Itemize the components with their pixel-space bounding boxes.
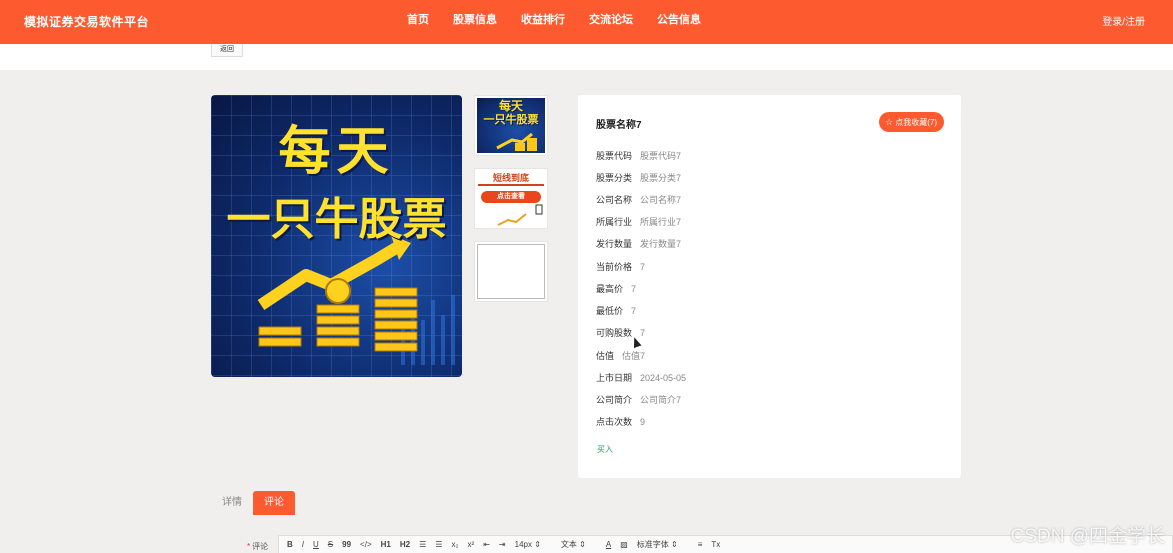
- nav-home[interactable]: 首页: [395, 0, 441, 44]
- blockquote-icon[interactable]: 99: [342, 540, 351, 549]
- italic-icon[interactable]: I: [302, 540, 304, 549]
- font-color-icon[interactable]: A: [606, 540, 611, 549]
- detail-row-company: 公司名称 公司名称7: [596, 193, 681, 205]
- detail-value: 股票分类7: [640, 173, 682, 183]
- detail-row-code: 股票代码 股票代码7: [596, 149, 681, 161]
- detail-key: 当前价格: [596, 262, 633, 272]
- detail-key: 最低价: [596, 306, 624, 316]
- tab-comments[interactable]: 评论: [253, 491, 295, 515]
- detail-row-listing-date: 上市日期 2024-05-05: [596, 371, 686, 383]
- main-image-line2: 一只牛股票: [226, 194, 447, 245]
- detail-row-high-price: 最高价 7: [596, 282, 636, 294]
- back-button[interactable]: 返回: [211, 44, 243, 57]
- thumbnail-1[interactable]: 每天 一只牛股票: [474, 95, 548, 156]
- comment-label-text: 评论: [252, 542, 269, 551]
- detail-value: 公司名称7: [640, 195, 682, 205]
- detail-row-valuation: 估值 估值7: [596, 349, 645, 361]
- favorite-button[interactable]: ☆ 点我收藏(7): [879, 112, 944, 132]
- detail-key: 估值: [596, 351, 615, 361]
- login-register-link[interactable]: 登录/注册: [1102, 13, 1145, 28]
- broken-image-placeholder: [477, 244, 545, 299]
- detail-value: 7: [640, 262, 646, 272]
- text-style-select[interactable]: 文本 ⇕: [561, 539, 586, 550]
- detail-row-category: 股票分类 股票分类7: [596, 171, 681, 183]
- stock-detail-panel: 股票名称7 ☆ 点我收藏(7) 股票代码 股票代码7 股票分类 股票分类7 公司名称公…: [578, 95, 961, 478]
- back-bar: 返回: [0, 44, 1173, 70]
- heading2-icon[interactable]: H2: [400, 540, 410, 549]
- main-image-line1: 每天: [278, 122, 395, 182]
- detail-value: 估值7: [622, 351, 646, 361]
- nav-announcements[interactable]: 公告信息: [645, 0, 713, 44]
- nav-profit-ranking[interactable]: 收益排行: [509, 0, 577, 44]
- thumbnail-1-image: 每天 一只牛股票: [477, 98, 545, 153]
- indent-icon[interactable]: ⇥: [499, 540, 506, 549]
- star-icon: ☆: [885, 117, 894, 127]
- stock-name-title: 股票名称7: [596, 120, 642, 131]
- watermark: CSDN @四金学长: [1010, 526, 1165, 547]
- detail-key: 公司名称: [596, 195, 633, 205]
- detail-key: 股票分类: [596, 173, 633, 183]
- comment-field-label: * 评论: [247, 541, 268, 552]
- bullet-list-icon[interactable]: ☰: [435, 540, 442, 549]
- top-navbar: 模拟证券交易软件平台 首页 股票信息 收益排行 交流论坛 公告信息 登录/注册: [0, 0, 1173, 44]
- align-icon[interactable]: ≡: [698, 540, 703, 549]
- outdent-icon[interactable]: ⇤: [483, 540, 490, 549]
- thumbnail-1-graphic: [496, 132, 537, 151]
- detail-row-issue-count: 发行数量 发行数量7: [596, 237, 681, 249]
- subscript-icon[interactable]: x₂: [451, 540, 458, 549]
- thumbnail-3[interactable]: [474, 241, 548, 302]
- detail-key: 发行数量: [596, 239, 633, 249]
- detail-row-current-price: 当前价格 7: [596, 260, 645, 272]
- detail-value: 7: [631, 284, 637, 294]
- thumbnail-2[interactable]: 短线到底 点击查看: [474, 168, 548, 229]
- detail-key: 点击次数: [596, 417, 633, 427]
- detail-tabs: 详情 评论: [211, 491, 295, 515]
- detail-value: 发行数量7: [640, 239, 682, 249]
- buy-link[interactable]: 买入: [597, 444, 613, 455]
- detail-key: 股票代码: [596, 151, 633, 161]
- heading1-icon[interactable]: H1: [381, 540, 391, 549]
- detail-value: 7: [631, 306, 637, 316]
- superscript-icon[interactable]: x²: [468, 540, 475, 549]
- thumbnail-2-graphic: [497, 204, 543, 226]
- nav-stock-info[interactable]: 股票信息: [441, 0, 509, 44]
- nav-forum[interactable]: 交流论坛: [577, 0, 645, 44]
- bold-icon[interactable]: B: [287, 540, 293, 549]
- stock-main-image: 每天 一只牛股票: [211, 95, 462, 377]
- detail-key: 可购股数: [596, 328, 633, 338]
- required-asterisk: *: [247, 542, 251, 551]
- strikethrough-icon[interactable]: S: [328, 540, 333, 549]
- ordered-list-icon[interactable]: ☰: [419, 540, 426, 549]
- thumbnail-2-title: 短线到底: [478, 172, 544, 186]
- clear-format-icon[interactable]: Tx: [711, 540, 720, 549]
- detail-key: 最高价: [596, 284, 624, 294]
- font-size-select[interactable]: 14px ⇕: [515, 540, 541, 549]
- detail-value: 公司简介7: [640, 395, 682, 405]
- background-color-icon[interactable]: ▨: [620, 540, 628, 549]
- detail-value: 所属行业7: [640, 217, 682, 227]
- detail-value: 7: [640, 328, 646, 338]
- main-nav: 首页 股票信息 收益排行 交流论坛 公告信息: [395, 0, 713, 44]
- detail-row-industry: 所属行业 所属行业7: [596, 215, 681, 227]
- detail-key: 所属行业: [596, 217, 633, 227]
- detail-key: 上市日期: [596, 373, 633, 383]
- detail-value: 2024-05-05: [640, 373, 687, 383]
- detail-value: 9: [640, 417, 646, 427]
- code-icon[interactable]: </>: [360, 540, 372, 549]
- detail-row-click-count: 点击次数 9: [596, 415, 645, 427]
- thumbnail-2-pill: 点击查看: [481, 191, 541, 203]
- site-brand[interactable]: 模拟证券交易软件平台: [24, 13, 149, 30]
- underline-icon[interactable]: U: [313, 540, 319, 549]
- detail-row-low-price: 最低价 7: [596, 304, 636, 316]
- tab-details[interactable]: 详情: [211, 491, 253, 515]
- favorite-label: 点我收藏(7): [895, 118, 937, 127]
- detail-value: 股票代码7: [640, 151, 682, 161]
- font-family-select[interactable]: 标准字体 ⇕: [637, 539, 678, 550]
- detail-key: 公司简介: [596, 395, 633, 405]
- detail-row-company-intro: 公司简介 公司简介7: [596, 393, 681, 405]
